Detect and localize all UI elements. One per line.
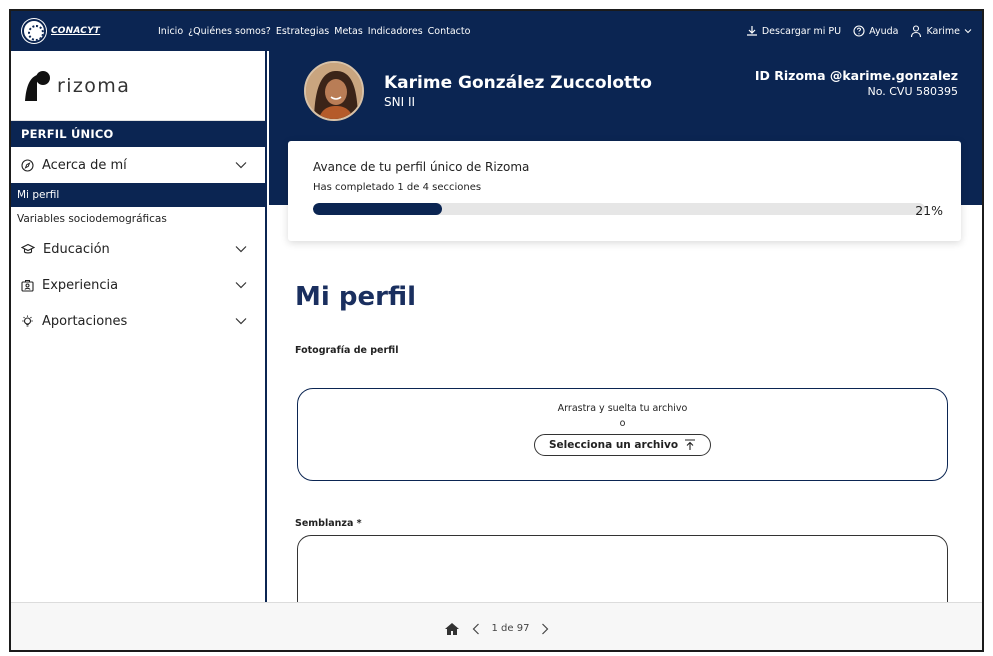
select-file-label: Selecciona un archivo [548, 439, 679, 451]
cvu-number: No. CVU 580395 [867, 85, 958, 98]
dropzone-text: Arrastra y suelta tu archivo [557, 403, 688, 414]
nav-contacto[interactable]: Contacto [428, 26, 471, 37]
sidebar-subitem-variables[interactable]: Variables sociodemográficas [11, 207, 265, 231]
rizoma-id: ID Rizoma @karime.gonzalez [754, 68, 958, 83]
nav-inicio[interactable]: Inicio [158, 26, 183, 37]
app-frame: CONACYT Inicio ¿Quiénes somos? Estrategi… [9, 9, 984, 652]
sidebar: rizoma PERFIL ÚNICO Acerca de mí Mi perf… [11, 51, 267, 614]
top-navigation-bar: CONACYT Inicio ¿Quiénes somos? Estrategi… [11, 11, 982, 51]
progress-subtitle: Has completado 1 de 4 secciones [313, 182, 482, 193]
help-icon [853, 25, 865, 37]
progress-bar [313, 203, 925, 215]
download-icon [746, 25, 758, 37]
main-nav: Inicio ¿Quiénes somos? Estrategias Metas… [158, 26, 470, 37]
photo-field-label: Fotografía de perfil [295, 345, 399, 356]
previous-page-button[interactable] [472, 623, 480, 635]
topbar-actions: Descargar mi PU Ayuda Karime [746, 24, 982, 38]
user-icon [910, 24, 922, 38]
help-label: Ayuda [869, 25, 899, 37]
page-title: Mi perfil [295, 282, 417, 312]
nav-metas[interactable]: Metas [334, 26, 363, 37]
main-content: Karime González Zuccolotto SNI II ID Riz… [269, 51, 982, 650]
seal-icon [22, 19, 46, 43]
rizoma-logo-icon [23, 70, 51, 102]
sidebar-subitem-mi-perfil[interactable]: Mi perfil [11, 183, 265, 207]
photo-dropzone[interactable]: Arrastra y suelta tu archivo o Seleccion… [297, 388, 948, 481]
progress-percent: 21% [915, 203, 943, 218]
sidebar-item-aportaciones[interactable]: Aportaciones [11, 303, 265, 339]
brand-name: rizoma [57, 74, 131, 97]
upload-icon [684, 439, 696, 451]
chevron-down-icon [964, 28, 972, 34]
download-button[interactable]: Descargar mi PU [746, 25, 841, 37]
compass-icon [21, 158, 34, 172]
nav-indicadores[interactable]: Indicadores [368, 26, 423, 37]
chevron-down-icon [235, 281, 247, 289]
logo-text: CONACYT [51, 26, 101, 36]
progress-card: Avance de tu perfil único de Rizoma Has … [288, 141, 961, 241]
avatar[interactable] [304, 61, 364, 121]
select-file-button[interactable]: Selecciona un archivo [533, 434, 712, 456]
user-label: Karime [926, 25, 960, 37]
document-pager: 1 de 97 [11, 602, 982, 650]
progress-title: Avance de tu perfil único de Rizoma [313, 160, 530, 174]
download-label: Descargar mi PU [761, 25, 842, 37]
sidebar-item-label: Acerca de mí [42, 157, 127, 173]
help-button[interactable]: Ayuda [853, 25, 898, 37]
chevron-down-icon [235, 161, 247, 169]
semblanza-label: Semblanza * [295, 518, 362, 529]
profile-name: Karime González Zuccolotto [384, 73, 652, 93]
nav-quienes-somos[interactable]: ¿Quiénes somos? [188, 26, 271, 37]
user-menu[interactable]: Karime [910, 24, 972, 38]
sidebar-item-educacion[interactable]: Educación [11, 231, 265, 267]
profile-ids: ID Rizoma @karime.gonzalez No. CVU 58039… [755, 68, 958, 98]
dropzone-or: o [619, 418, 626, 429]
sidebar-section-title: PERFIL ÚNICO [11, 121, 265, 147]
lightbulb-icon [21, 315, 34, 328]
sidebar-item-acerca-de-mi[interactable]: Acerca de mí [11, 147, 265, 183]
sidebar-item-label: Aportaciones [42, 313, 128, 329]
chevron-down-icon [235, 317, 247, 325]
next-page-button[interactable] [541, 623, 549, 635]
profile-summary: Karime González Zuccolotto SNI II [304, 61, 652, 121]
profile-level: SNI II [384, 95, 416, 109]
rizoma-brand[interactable]: rizoma [11, 51, 265, 121]
sidebar-item-experiencia[interactable]: Experiencia [11, 267, 265, 303]
conacyt-logo[interactable]: CONACYT [22, 19, 118, 43]
sidebar-item-label: Experiencia [42, 277, 119, 293]
page-indicator: 1 de 97 [491, 623, 530, 634]
chevron-down-icon [235, 245, 247, 253]
nav-estrategias[interactable]: Estrategias [276, 26, 329, 37]
badge-icon [21, 279, 34, 292]
progress-bar-fill [313, 203, 442, 215]
profile-name-block: Karime González Zuccolotto SNI II [384, 73, 652, 109]
sidebar-item-label: Educación [43, 241, 110, 257]
home-icon[interactable] [444, 622, 460, 636]
graduation-cap-icon [21, 243, 35, 255]
